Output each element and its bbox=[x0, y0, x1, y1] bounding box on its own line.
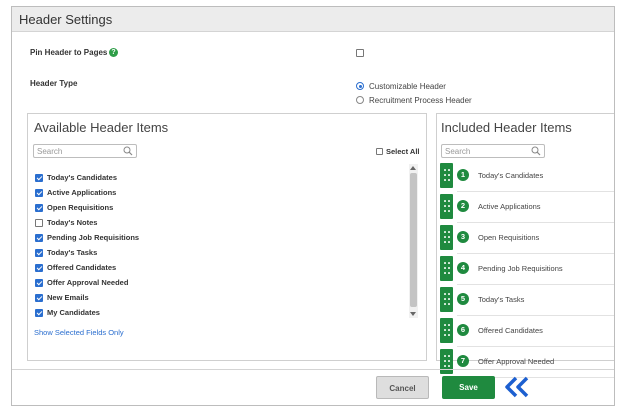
customizable-header-radio[interactable] bbox=[356, 82, 364, 90]
item-label: Today's Candidates bbox=[47, 173, 117, 182]
cancel-button[interactable]: Cancel bbox=[376, 376, 429, 399]
item-label: My Candidates bbox=[47, 308, 100, 317]
item-label: Today's Tasks bbox=[47, 248, 98, 257]
item-checkbox[interactable] bbox=[35, 173, 43, 182]
item-checkbox[interactable] bbox=[35, 263, 43, 272]
drag-handle-icon[interactable] bbox=[440, 256, 453, 281]
item-checkbox[interactable] bbox=[35, 293, 43, 302]
included-item-todays-tasks[interactable]: 5 Today's Tasks bbox=[440, 285, 614, 316]
dialog-titlebar: Header Settings bbox=[12, 7, 614, 32]
recruitment-process-header-radio[interactable] bbox=[356, 96, 364, 104]
included-header-items-panel: Included Header Items Search 1 Today's C… bbox=[436, 113, 614, 378]
item-label: Today's Notes bbox=[47, 218, 98, 227]
item-checkbox[interactable] bbox=[35, 218, 43, 227]
drag-handle-icon[interactable] bbox=[440, 194, 453, 219]
search-icon[interactable] bbox=[123, 146, 133, 156]
item-checkbox[interactable] bbox=[35, 188, 43, 197]
item-checkbox[interactable] bbox=[35, 233, 43, 242]
included-item-todays-candidates[interactable]: 1 Today's Candidates bbox=[440, 161, 614, 192]
pin-header-checkbox[interactable] bbox=[356, 49, 364, 57]
available-item-pending-job-requisitions[interactable]: Pending Job Requisitions bbox=[35, 230, 139, 245]
available-item-offered-candidates[interactable]: Offered Candidates bbox=[35, 260, 139, 275]
drag-handle-icon[interactable] bbox=[440, 287, 453, 312]
item-label: Active Applications bbox=[47, 188, 117, 197]
header-settings-dialog: Header Settings Pin Header to Pages ? He… bbox=[11, 6, 615, 406]
dialog-title: Header Settings bbox=[19, 12, 113, 27]
select-all-label: Select All bbox=[386, 147, 420, 156]
search-icon[interactable] bbox=[531, 146, 541, 156]
order-number-badge: 2 bbox=[457, 200, 469, 212]
item-label: Offered Candidates bbox=[47, 263, 117, 272]
included-item-offer-approval-needed[interactable]: 7 Offer Approval Needed bbox=[440, 347, 614, 378]
item-label: New Emails bbox=[47, 293, 89, 302]
order-number-badge: 7 bbox=[457, 355, 469, 367]
available-header-items-panel: Available Header Items Search Select All… bbox=[27, 113, 427, 361]
included-item-label: Pending Job Requisitions bbox=[478, 264, 563, 273]
save-button[interactable]: Save bbox=[442, 376, 495, 399]
included-item-offered-candidates[interactable]: 6 Offered Candidates bbox=[440, 316, 614, 347]
included-item-pending-job-requisitions[interactable]: 4 Pending Job Requisitions bbox=[440, 254, 614, 285]
scroll-down-arrow-icon[interactable] bbox=[410, 312, 416, 316]
available-list-scrollbar[interactable] bbox=[409, 164, 418, 318]
available-item-open-requisitions[interactable]: Open Requisitions bbox=[35, 200, 139, 215]
drag-handle-icon[interactable] bbox=[440, 225, 453, 250]
included-item-label: Active Applications bbox=[478, 202, 541, 211]
available-item-new-emails[interactable]: New Emails bbox=[35, 290, 139, 305]
select-all-checkbox[interactable] bbox=[376, 148, 383, 155]
drag-handle-icon[interactable] bbox=[440, 349, 453, 374]
included-item-label: Offer Approval Needed bbox=[478, 357, 555, 366]
order-number-badge: 4 bbox=[457, 262, 469, 274]
available-item-todays-tasks[interactable]: Today's Tasks bbox=[35, 245, 139, 260]
drag-handle-icon[interactable] bbox=[440, 318, 453, 343]
item-checkbox[interactable] bbox=[35, 308, 43, 317]
available-panel-title: Available Header Items bbox=[34, 120, 169, 135]
included-search-input[interactable]: Search bbox=[441, 144, 545, 158]
customizable-header-label: Customizable Header bbox=[369, 82, 446, 91]
item-label: Pending Job Requisitions bbox=[47, 233, 140, 242]
order-number-badge: 3 bbox=[457, 231, 469, 243]
included-item-label: Today's Candidates bbox=[478, 171, 544, 180]
included-panel-title: Included Header Items bbox=[441, 120, 572, 135]
order-number-badge: 6 bbox=[457, 324, 469, 336]
available-item-todays-candidates[interactable]: Today's Candidates bbox=[35, 170, 139, 185]
footer-divider bbox=[12, 369, 614, 370]
item-checkbox[interactable] bbox=[35, 203, 43, 212]
header-type-label: Header Type bbox=[30, 79, 78, 88]
included-search-placeholder: Search bbox=[445, 147, 471, 156]
help-icon[interactable]: ? bbox=[109, 48, 118, 57]
available-item-active-applications[interactable]: Active Applications bbox=[35, 185, 139, 200]
item-checkbox[interactable] bbox=[35, 278, 43, 287]
included-item-label: Today's Tasks bbox=[478, 295, 525, 304]
included-item-open-requisitions[interactable]: 3 Open Requisitions bbox=[440, 223, 614, 254]
included-item-active-applications[interactable]: 2 Active Applications bbox=[440, 192, 614, 223]
available-item-offer-approval-needed[interactable]: Offer Approval Needed bbox=[35, 275, 139, 290]
available-search-input[interactable]: Search bbox=[33, 144, 137, 158]
drag-handle-icon[interactable] bbox=[440, 163, 453, 188]
scrollbar-thumb[interactable] bbox=[410, 173, 417, 307]
item-label: Offer Approval Needed bbox=[47, 278, 129, 287]
included-items-list: 1 Today's Candidates 2 Active Applicatio… bbox=[440, 161, 614, 378]
double-chevron-left-icon bbox=[505, 376, 529, 398]
included-item-label: Open Requisitions bbox=[478, 233, 540, 242]
show-selected-fields-link[interactable]: Show Selected Fields Only bbox=[34, 328, 124, 337]
available-item-todays-notes[interactable]: Today's Notes bbox=[35, 215, 139, 230]
item-label: Open Requisitions bbox=[47, 203, 114, 212]
order-number-badge: 1 bbox=[457, 169, 469, 181]
available-item-my-candidates[interactable]: My Candidates bbox=[35, 305, 139, 320]
available-items-list: Today's Candidates Active Applications O… bbox=[35, 170, 139, 320]
scroll-up-arrow-icon[interactable] bbox=[410, 166, 416, 170]
pin-header-label: Pin Header to Pages bbox=[30, 48, 108, 57]
included-item-label: Offered Candidates bbox=[478, 326, 543, 335]
order-number-badge: 5 bbox=[457, 293, 469, 305]
item-checkbox[interactable] bbox=[35, 248, 43, 257]
recruitment-process-header-label: Recruitment Process Header bbox=[369, 96, 472, 105]
available-search-placeholder: Search bbox=[37, 147, 63, 156]
